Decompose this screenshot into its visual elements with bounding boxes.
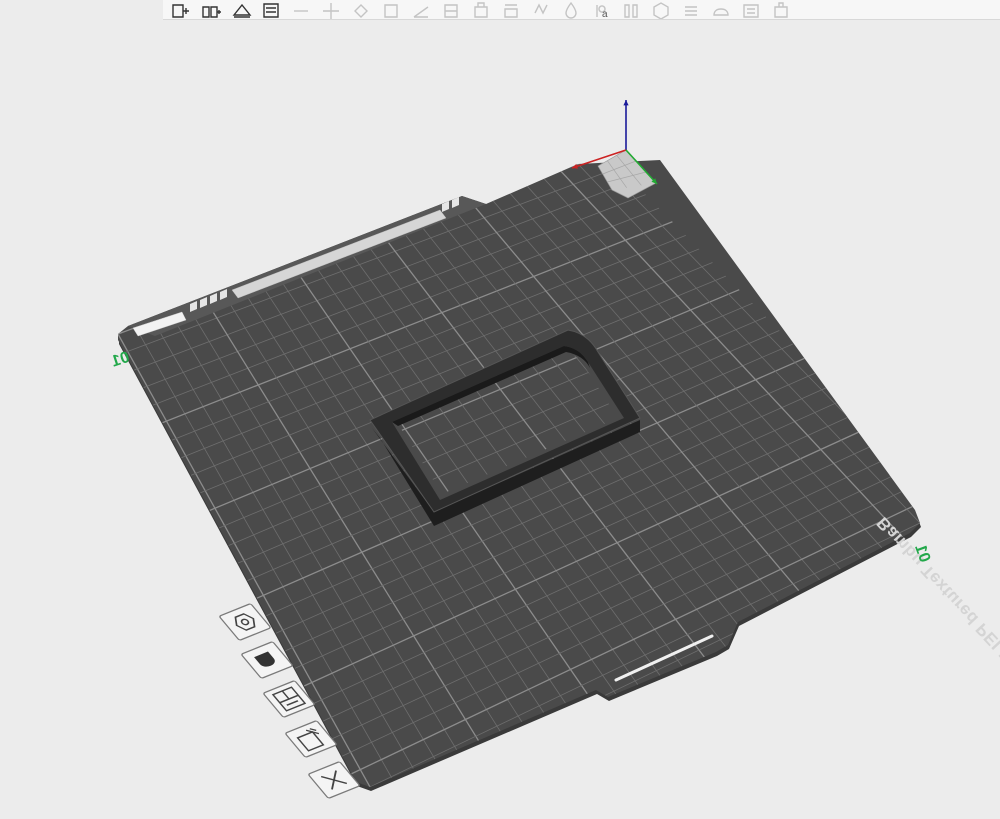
scene-canvas[interactable]: Bambu Textured PEI Plate 01 01	[0, 0, 1000, 819]
3d-viewport[interactable]: a Bambu Textured PEI Plate 01 01	[0, 0, 1000, 819]
plate-type-label: Bambu Textured PEI Plate	[873, 513, 1000, 689]
plate-index-label-left: 01	[109, 349, 131, 371]
z-axis-head	[623, 100, 629, 106]
